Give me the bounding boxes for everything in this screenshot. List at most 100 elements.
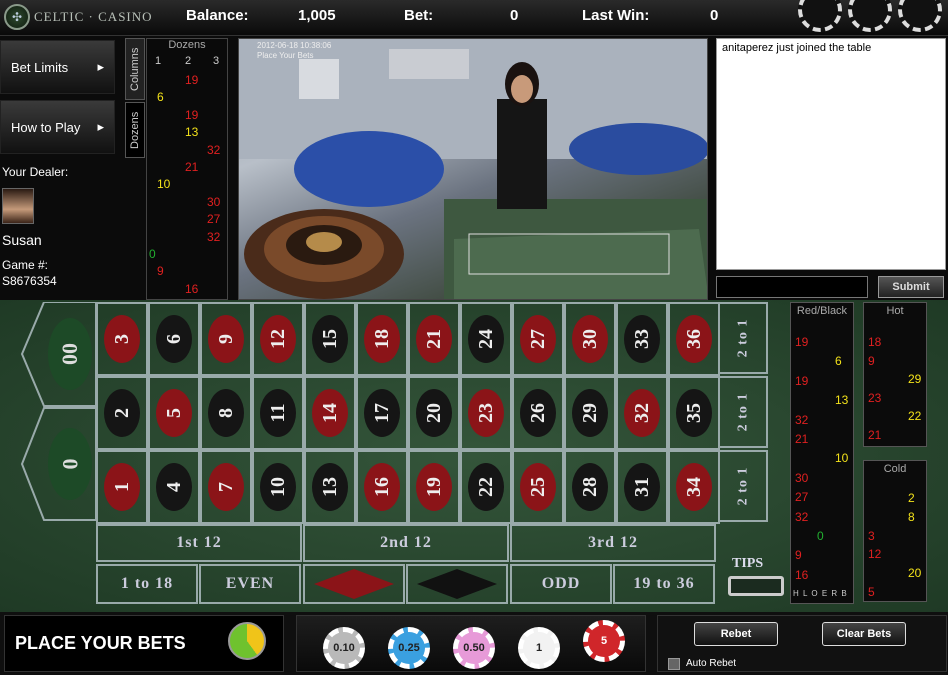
column-bet-3[interactable]: 2 to 1: [718, 302, 768, 374]
dozens-history-number: 27: [207, 212, 221, 227]
dozens-history-number: 32: [207, 229, 221, 244]
dozens-col-header: 2: [185, 55, 192, 67]
clear-bets-button[interactable]: Clear Bets: [822, 622, 906, 646]
tips-slot[interactable]: [728, 576, 784, 596]
bet-number-cell[interactable]: 21: [408, 302, 460, 376]
dozen-bet-1[interactable]: 1st 12: [96, 524, 302, 562]
column-bet-1[interactable]: 2 to 1: [718, 450, 768, 522]
bet-odd[interactable]: ODD: [510, 564, 612, 604]
bet-1-to-18[interactable]: 1 to 18: [96, 564, 198, 604]
chip-tray: 0.10 0.25 0.50 1 5: [296, 615, 646, 672]
number-oval: 26: [520, 389, 556, 437]
dozens-history-number: 32: [207, 142, 221, 157]
column-bet-label: 2 to 1: [734, 318, 750, 358]
rebet-button[interactable]: Rebet: [694, 622, 778, 646]
bet-number-cell[interactable]: 10: [252, 450, 304, 524]
history-number: 3: [868, 528, 875, 543]
red-black-title: Red/Black: [796, 305, 848, 317]
bet-number-cell[interactable]: 19: [408, 450, 460, 524]
number-oval: 5: [156, 389, 192, 437]
bet-number-cell[interactable]: 14: [304, 376, 356, 450]
bet-number-cell[interactable]: 13: [304, 450, 356, 524]
number-oval: 1: [104, 463, 140, 511]
bet-number-cell[interactable]: 35: [668, 376, 720, 450]
celtic-knot-icon: ✣: [4, 4, 30, 30]
bet-number-cell[interactable]: 30: [564, 302, 616, 376]
bet-number-cell[interactable]: 3: [96, 302, 148, 376]
bet-zero[interactable]: 0: [48, 428, 92, 500]
number-oval: 4: [156, 463, 192, 511]
number-oval: 24: [468, 315, 504, 363]
auto-rebet-checkbox[interactable]: [668, 658, 680, 670]
bet-number-cell[interactable]: 25: [512, 450, 564, 524]
column-bet-2[interactable]: 2 to 1: [718, 376, 768, 448]
bet-number-cell[interactable]: 8: [200, 376, 252, 450]
black-diamond-icon: [417, 569, 497, 599]
video-scene: [239, 39, 707, 299]
chip-0-10[interactable]: 0.10: [323, 627, 365, 669]
bet-number-cell[interactable]: 32: [616, 376, 668, 450]
bet-actions: Rebet Clear Bets Auto Rebet: [657, 615, 947, 672]
dozen-bet-2[interactable]: 2nd 12: [303, 524, 509, 562]
bet-number-cell[interactable]: 28: [564, 450, 616, 524]
chat-input[interactable]: [716, 276, 868, 298]
bet-number-cell[interactable]: 15: [304, 302, 356, 376]
bet-double-zero[interactable]: 00: [48, 318, 92, 390]
history-number: 22: [908, 409, 922, 423]
tab-dozens[interactable]: Dozens: [125, 102, 145, 158]
bet-number-cell[interactable]: 31: [616, 450, 668, 524]
chip-0-50[interactable]: 0.50: [453, 627, 495, 669]
how-to-play-button[interactable]: How to Play ▸: [0, 100, 115, 154]
submit-button[interactable]: Submit: [878, 276, 944, 298]
column-bet-label: 2 to 1: [734, 466, 750, 506]
bet-number-cell[interactable]: 23: [460, 376, 512, 450]
tab-columns[interactable]: Columns: [125, 38, 145, 100]
bet-number-cell[interactable]: 20: [408, 376, 460, 450]
bet-number-cell[interactable]: 22: [460, 450, 512, 524]
number-oval: 14: [312, 389, 348, 437]
bet-19-to-36[interactable]: 19 to 36: [613, 564, 715, 604]
bet-number-cell[interactable]: 18: [356, 302, 408, 376]
history-number: 21: [868, 427, 882, 442]
dozens-col-header: 3: [213, 55, 220, 67]
bet-black[interactable]: [406, 564, 508, 604]
number-oval: 17: [364, 389, 400, 437]
bet-value: 0: [510, 7, 519, 24]
bet-number-cell[interactable]: 34: [668, 450, 720, 524]
bet-number-cell[interactable]: 9: [200, 302, 252, 376]
bet-number-cell[interactable]: 17: [356, 376, 408, 450]
bet-number-cell[interactable]: 5: [148, 376, 200, 450]
bet-limits-button[interactable]: Bet Limits ▸: [0, 40, 115, 94]
bet-label: Bet:: [404, 7, 434, 24]
bet-number-cell[interactable]: 26: [512, 376, 564, 450]
bet-number-cell[interactable]: 2: [96, 376, 148, 450]
number-oval: 31: [624, 463, 660, 511]
bet-number-cell[interactable]: 24: [460, 302, 512, 376]
dozens-panel-title: Dozens: [168, 39, 206, 51]
chip-0-25[interactable]: 0.25: [388, 627, 430, 669]
history-number: 19: [795, 373, 809, 388]
bet-number-cell[interactable]: 1: [96, 450, 148, 524]
bet-number-cell[interactable]: 29: [564, 376, 616, 450]
bet-number-cell[interactable]: 6: [148, 302, 200, 376]
chevron-right-icon: ▸: [97, 59, 104, 74]
bet-number-cell[interactable]: 12: [252, 302, 304, 376]
history-number: 23: [868, 390, 882, 405]
number-oval: 25: [520, 463, 556, 511]
chip-5[interactable]: 5: [583, 620, 625, 662]
bet-number-cell[interactable]: 16: [356, 450, 408, 524]
history-number: 0: [817, 529, 824, 543]
bet-number-cell[interactable]: 33: [616, 302, 668, 376]
bet-number-cell[interactable]: 36: [668, 302, 720, 376]
chip-1[interactable]: 1: [518, 627, 560, 669]
zero-label: 0: [57, 458, 82, 470]
bet-red[interactable]: [303, 564, 405, 604]
dealer-name: Susan: [2, 232, 42, 248]
bet-number-cell[interactable]: 11: [252, 376, 304, 450]
bet-number-cell[interactable]: 4: [148, 450, 200, 524]
bet-number-cell[interactable]: 27: [512, 302, 564, 376]
history-number: 27: [795, 490, 809, 505]
dozen-bet-3[interactable]: 3rd 12: [510, 524, 716, 562]
bet-number-cell[interactable]: 7: [200, 450, 252, 524]
bet-even[interactable]: EVEN: [199, 564, 301, 604]
